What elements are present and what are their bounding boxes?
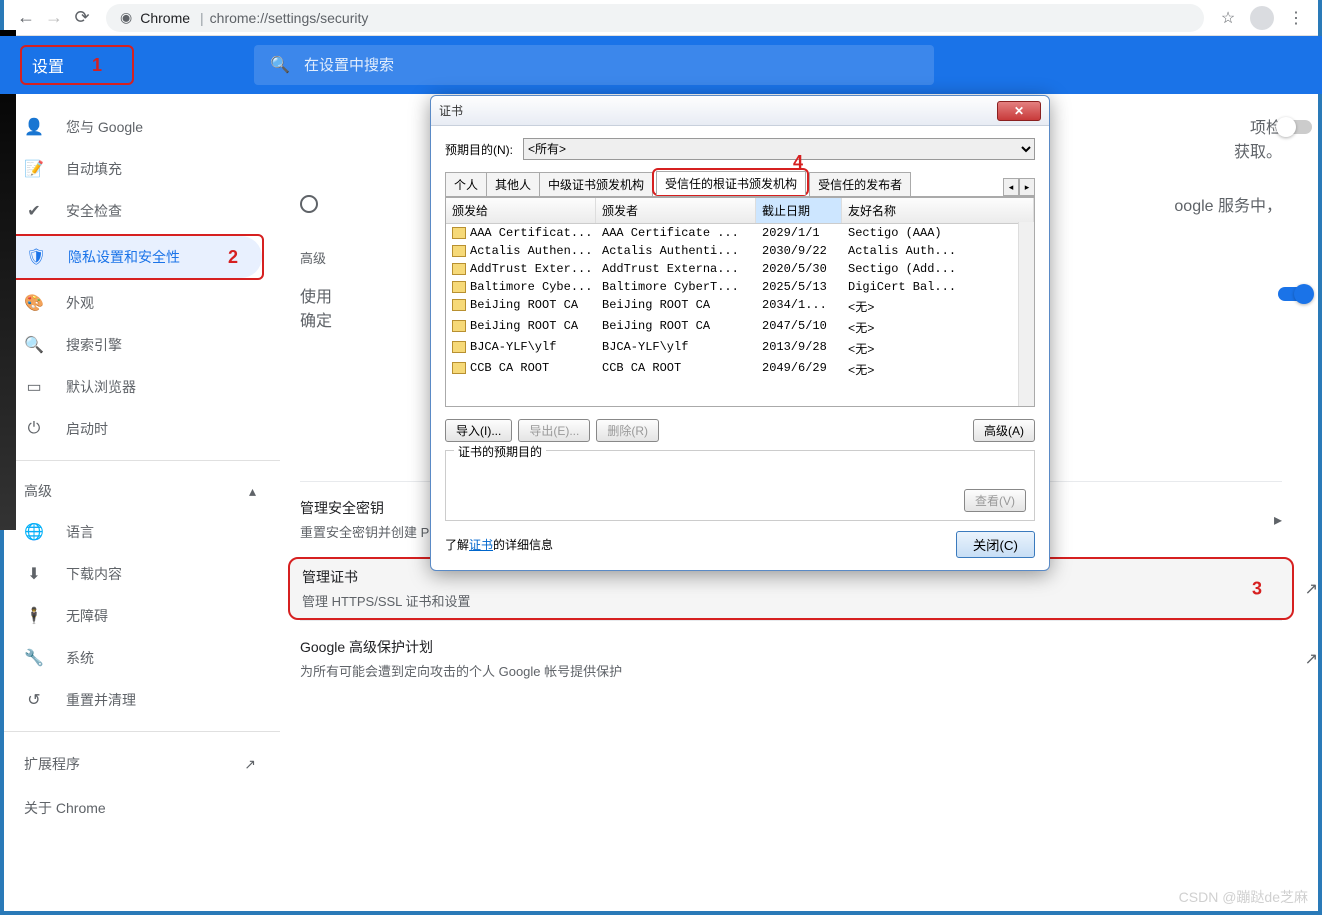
certificates-dialog: 证书 ✕ 预期目的(N): <所有> 个人 其他人 中级证书颁发机构 4 受信任… xyxy=(430,95,1050,571)
cert-row[interactable]: Baltimore Cybe...Baltimore CyberT...2025… xyxy=(446,278,1034,296)
learn-more-prefix: 了解 xyxy=(445,536,469,553)
cert-row[interactable]: AddTrust Exter...AddTrust Externa...2020… xyxy=(446,260,1034,278)
cert-row[interactable]: Actalis Authen...Actalis Authenti...2030… xyxy=(446,242,1034,260)
search-icon: 🔍 xyxy=(270,55,290,75)
watermark: CSDN @蹦跶de芝麻 xyxy=(1179,887,1308,907)
import-button[interactable]: 导入(I)... xyxy=(445,419,512,442)
cert-tabstrip: 个人 其他人 中级证书颁发机构 4 受信任的根证书颁发机构 受信任的发布者 ◂ … xyxy=(445,168,1035,197)
col-issued-by[interactable]: 颁发者 xyxy=(596,198,756,223)
certificate-icon xyxy=(452,362,466,374)
list-scrollbar[interactable] xyxy=(1018,222,1034,406)
cert-row[interactable]: BJCA-YLF\ylfBJCA-YLF\ylf2013/9/28<无> xyxy=(446,338,1034,359)
cert-list-header: 颁发给 颁发者 截止日期 友好名称 xyxy=(446,198,1034,224)
close-button[interactable]: 关闭(C) xyxy=(956,531,1035,558)
toggle-switch[interactable] xyxy=(1278,287,1312,301)
view-button[interactable]: 查看(V) xyxy=(964,489,1026,512)
chevron-right-icon: ▸ xyxy=(1274,510,1282,530)
certificate-icon xyxy=(452,281,466,293)
annotation-number-4: 4 xyxy=(793,152,803,173)
col-issued-to[interactable]: 颁发给 xyxy=(446,198,596,223)
learn-more-suffix: 的详细信息 xyxy=(493,536,553,553)
certificate-icon xyxy=(452,263,466,275)
annotation-box-4: 4 受信任的根证书颁发机构 xyxy=(652,168,809,196)
tab-trusted-publishers[interactable]: 受信任的发布者 xyxy=(809,172,911,196)
learn-more-link[interactable]: 证书 xyxy=(469,536,493,553)
tab-personal[interactable]: 个人 xyxy=(445,172,487,196)
certificate-icon xyxy=(452,341,466,353)
tab-trusted-root-ca[interactable]: 受信任的根证书颁发机构 xyxy=(656,171,806,195)
tab-scroll-right[interactable]: ▸ xyxy=(1019,178,1035,196)
tab-intermediate-ca[interactable]: 中级证书颁发机构 xyxy=(539,172,653,196)
tab-scroll-left[interactable]: ◂ xyxy=(1003,178,1019,196)
delete-button[interactable]: 删除(R) xyxy=(596,419,659,442)
row-google-advanced-protection[interactable]: Google 高级保护计划 为所有可能会遭到定向攻击的个人 Google 帐号提… xyxy=(300,620,1282,696)
intended-purpose-label: 预期目的(N): xyxy=(445,141,513,158)
toggle-switch[interactable] xyxy=(1278,120,1312,134)
radio-button[interactable] xyxy=(300,195,318,213)
col-expiration-date[interactable]: 截止日期 xyxy=(756,198,842,223)
settings-search-input[interactable] xyxy=(304,57,918,74)
certificate-icon xyxy=(452,227,466,239)
annotation-number-3: 3 xyxy=(1252,578,1262,599)
col-friendly-name[interactable]: 友好名称 xyxy=(842,198,1034,223)
dialog-title: 证书 xyxy=(439,102,997,119)
certificate-list[interactable]: 颁发给 颁发者 截止日期 友好名称 AAA Certificat...AAA C… xyxy=(445,197,1035,407)
settings-header: 设置 1 🔍 xyxy=(0,36,1322,94)
cert-row[interactable]: AAA Certificat...AAA Certificate ...2029… xyxy=(446,224,1034,242)
advanced-button[interactable]: 高级(A) xyxy=(973,419,1035,442)
external-link-icon: ↗ xyxy=(1305,649,1318,669)
partial-text: oogle 服务中， xyxy=(1174,192,1282,216)
intended-purpose-select[interactable]: <所有> xyxy=(523,138,1035,160)
annotation-number-1: 1 xyxy=(92,55,102,76)
cert-row[interactable]: BeiJing ROOT CABeiJing ROOT CA2047/5/10<… xyxy=(446,317,1034,338)
row-manage-certificates[interactable]: 管理证书 管理 HTTPS/SSL 证书和设置 xyxy=(302,567,1280,610)
export-button[interactable]: 导出(E)... xyxy=(518,419,590,442)
dialog-titlebar[interactable]: 证书 ✕ xyxy=(431,96,1049,126)
desktop-taskbar-hint xyxy=(0,30,16,530)
cert-row[interactable]: BeiJing ROOT CABeiJing ROOT CA2034/1...<… xyxy=(446,296,1034,317)
dialog-close-button[interactable]: ✕ xyxy=(997,101,1041,121)
certificate-icon xyxy=(452,299,466,311)
annotation-box-1: 设置 1 xyxy=(20,45,134,85)
certificate-icon xyxy=(452,245,466,257)
partial-text: 获取。 xyxy=(1234,144,1282,161)
tab-other-people[interactable]: 其他人 xyxy=(486,172,540,196)
settings-title: 设置 xyxy=(32,53,64,77)
cert-row[interactable]: CCB CA ROOTCCB CA ROOT2049/6/29<无> xyxy=(446,359,1034,380)
external-link-icon: ↗ xyxy=(1305,579,1318,599)
cert-intended-purpose-box: 证书的预期目的 查看(V) xyxy=(445,450,1035,521)
certificate-icon xyxy=(452,320,466,332)
settings-search[interactable]: 🔍 xyxy=(254,45,934,85)
close-icon: ✕ xyxy=(1014,104,1024,118)
